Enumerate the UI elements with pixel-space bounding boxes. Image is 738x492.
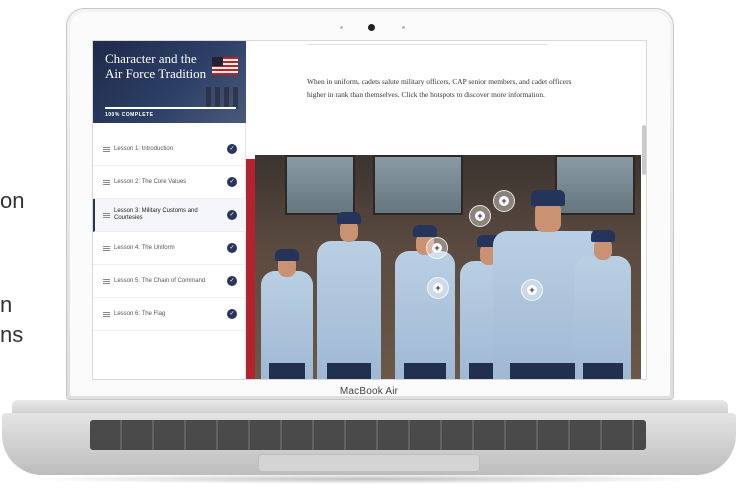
building-window — [373, 155, 463, 215]
background-text-fragment: n — [0, 292, 13, 317]
cadet-figure — [575, 216, 631, 379]
course-sidebar: Character and the Air Force Tradition 10… — [93, 41, 246, 379]
hotspot-button[interactable]: + — [469, 205, 491, 227]
laptop-trackpad — [258, 454, 480, 472]
check-icon: ✓ — [227, 210, 237, 220]
cadet-salute-image: + + + + + — [255, 155, 641, 379]
lesson-label: Lesson 3: Military Customs and Courtesie… — [114, 208, 198, 221]
progress-bar — [105, 107, 236, 109]
lesson-label: Lesson 6: The Flag — [114, 310, 166, 317]
camera-sensor — [402, 26, 405, 29]
check-icon: ✓ — [227, 177, 237, 187]
cadet-figure — [317, 196, 381, 379]
sidebar-header: Character and the Air Force Tradition 10… — [93, 41, 246, 123]
flag-icon — [212, 57, 238, 75]
list-icon — [103, 146, 110, 152]
lesson-label: Lesson 4: The Uniform — [114, 244, 175, 251]
hotspot-button[interactable]: + — [427, 277, 449, 299]
background-text-fragment: on — [0, 188, 25, 213]
list-icon — [103, 311, 110, 317]
content-divider — [307, 41, 547, 45]
laptop-hinge — [12, 400, 728, 414]
hotspot-button[interactable]: + — [426, 237, 448, 259]
lesson-label: Lesson 2: The Core Values — [114, 178, 187, 185]
list-icon — [103, 179, 110, 185]
brand-name: MacBook — [339, 386, 383, 397]
check-icon: ✓ — [227, 144, 237, 154]
hotspot-button[interactable]: + — [521, 279, 543, 301]
lesson-content: When in uniform, cadets salute military … — [247, 41, 646, 379]
lesson-label: Lesson 5: The Chain of Command — [114, 277, 206, 284]
check-icon: ✓ — [227, 243, 237, 253]
laptop-screen: Character and the Air Force Tradition 10… — [92, 40, 647, 380]
plus-icon: + — [499, 196, 509, 206]
scrollbar[interactable] — [642, 125, 646, 175]
plus-icon: + — [432, 243, 442, 253]
background-text-fragment: ns — [0, 322, 24, 347]
sidebar-item-lesson-1[interactable]: Lesson 1: Introduction ✓ — [93, 133, 246, 166]
check-icon: ✓ — [227, 276, 237, 286]
list-icon — [103, 278, 110, 284]
laptop-shadow — [24, 474, 714, 484]
lesson-label: Lesson 1: Introduction — [114, 145, 174, 152]
sidebar-item-lesson-5[interactable]: Lesson 5: The Chain of Command ✓ — [93, 265, 246, 298]
sidebar-item-lesson-4[interactable]: Lesson 4: The Uniform ✓ — [93, 232, 246, 265]
cadet-figure — [261, 231, 313, 379]
camera — [368, 24, 375, 31]
course-title: Character and the Air Force Tradition — [105, 51, 207, 81]
camera-sensor — [340, 26, 343, 29]
lesson-body-text: When in uniform, cadets salute military … — [307, 77, 572, 99]
plus-icon: + — [527, 285, 537, 295]
progress-label: 100% COMPLETE — [105, 112, 154, 118]
brand-model: Air — [382, 386, 399, 397]
hotspot-button[interactable]: + — [493, 190, 515, 212]
sidebar-item-lesson-2[interactable]: Lesson 2: The Core Values ✓ — [93, 166, 246, 199]
plus-icon: + — [433, 283, 443, 293]
sidebar-item-lesson-3[interactable]: Lesson 3: Military Customs and Courtesie… — [93, 199, 246, 232]
plus-icon: + — [475, 211, 485, 221]
laptop-keyboard — [90, 420, 646, 450]
sidebar-item-lesson-6[interactable]: Lesson 6: The Flag ✓ — [93, 298, 246, 331]
list-icon — [103, 245, 110, 251]
check-icon: ✓ — [227, 309, 237, 319]
list-icon — [103, 212, 110, 218]
lesson-list: Lesson 1: Introduction ✓ Lesson 2: The C… — [93, 133, 246, 331]
laptop-brand-label: MacBook Air — [0, 386, 738, 397]
honor-guard-image — [206, 87, 240, 109]
